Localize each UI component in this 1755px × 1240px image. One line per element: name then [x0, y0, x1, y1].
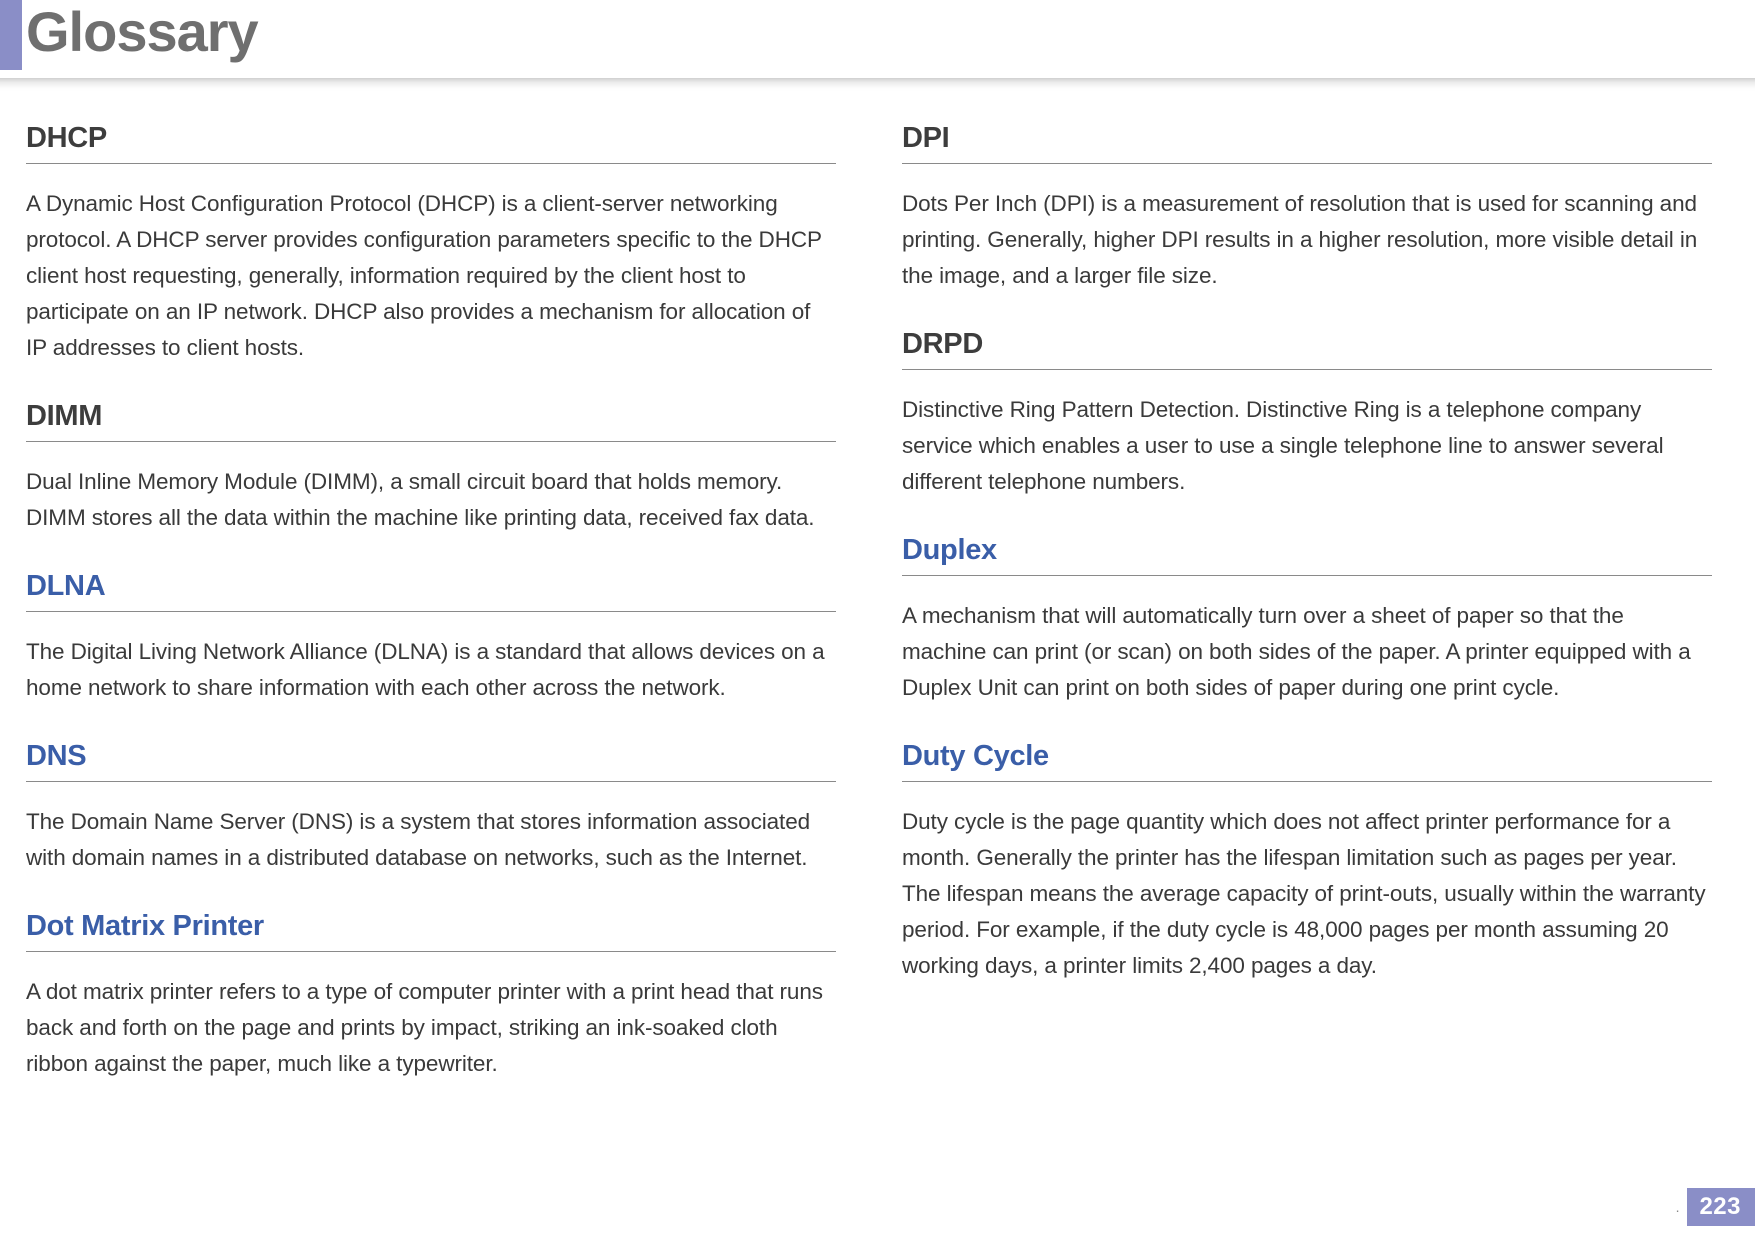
glossary-term: Dot Matrix Printer — [26, 910, 836, 952]
glossary-term: DPI — [902, 122, 1712, 164]
glossary-definition: The Digital Living Network Alliance (DLN… — [26, 634, 836, 706]
glossary-entry: Dot Matrix Printer A dot matrix printer … — [26, 910, 836, 1082]
glossary-definition: The Domain Name Server (DNS) is a system… — [26, 804, 836, 876]
page-header: Glossary — [0, 0, 1755, 78]
glossary-entry: DPI Dots Per Inch (DPI) is a measurement… — [902, 122, 1712, 294]
glossary-definition: A Dynamic Host Configuration Protocol (D… — [26, 186, 836, 366]
glossary-entry: Duty Cycle Duty cycle is the page quanti… — [902, 740, 1712, 984]
glossary-definition: Dots Per Inch (DPI) is a measurement of … — [902, 186, 1712, 294]
glossary-term: Duty Cycle — [902, 740, 1712, 782]
left-column: DHCP A Dynamic Host Configuration Protoc… — [26, 122, 836, 1116]
glossary-definition: A dot matrix printer refers to a type of… — [26, 974, 836, 1082]
page-footer: . 223 — [1676, 1188, 1755, 1226]
header-divider — [0, 78, 1755, 92]
glossary-term: DHCP — [26, 122, 836, 164]
glossary-entry: Duplex A mechanism that will automatical… — [902, 534, 1712, 706]
glossary-definition: Dual Inline Memory Module (DIMM), a smal… — [26, 464, 836, 536]
glossary-term: DLNA — [26, 570, 836, 612]
glossary-term: DRPD — [902, 328, 1712, 370]
glossary-definition: A mechanism that will automatically turn… — [902, 598, 1712, 706]
glossary-term: DIMM — [26, 400, 836, 442]
glossary-entry: DLNA The Digital Living Network Alliance… — [26, 570, 836, 706]
header-accent-bar — [0, 0, 22, 70]
content-area: DHCP A Dynamic Host Configuration Protoc… — [0, 122, 1755, 1116]
footer-separator: . — [1676, 1199, 1680, 1215]
page-title: Glossary — [26, 0, 258, 60]
page-number: 223 — [1687, 1188, 1755, 1226]
glossary-entry: DHCP A Dynamic Host Configuration Protoc… — [26, 122, 836, 366]
glossary-term: DNS — [26, 740, 836, 782]
glossary-definition: Distinctive Ring Pattern Detection. Dist… — [902, 392, 1712, 500]
glossary-entry: DIMM Dual Inline Memory Module (DIMM), a… — [26, 400, 836, 536]
glossary-definition: Duty cycle is the page quantity which do… — [902, 804, 1712, 984]
glossary-entry: DNS The Domain Name Server (DNS) is a sy… — [26, 740, 836, 876]
glossary-entry: DRPD Distinctive Ring Pattern Detection.… — [902, 328, 1712, 500]
right-column: DPI Dots Per Inch (DPI) is a measurement… — [902, 122, 1712, 1116]
glossary-term: Duplex — [902, 534, 1712, 576]
